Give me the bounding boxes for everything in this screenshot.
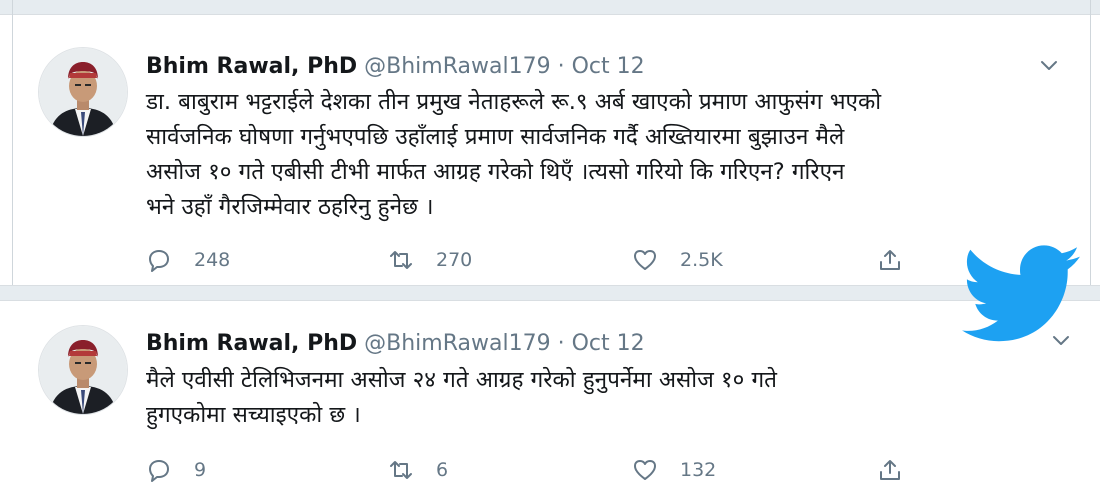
top-separator (0, 0, 1100, 15)
avatar[interactable] (38, 325, 128, 415)
tweet-text-line: मैले एवीसी टेलिभिजनमा असोज २४ गते आग्रह … (146, 367, 777, 393)
retweet-button[interactable]: 270 (388, 245, 472, 275)
tweet-text-line: सार्वजनिक घोषणा गर्नुभएपछि उहाँलाई प्रमा… (146, 124, 845, 150)
like-icon (634, 250, 656, 270)
tweet-separator (0, 285, 1100, 301)
tweet-text-line: डा. बाबुराम भट्टराईले देशका तीन प्रमुख न… (146, 89, 882, 115)
tweet-actions: 248 270 2.5K (146, 245, 946, 275)
tweet-header: Bhim Rawal, PhD @BhimRawal179 · Oct 12 (146, 53, 645, 81)
tweet[interactable]: Bhim Rawal, PhD @BhimRawal179 · Oct 12 म… (0, 300, 1100, 500)
twitter-bird-logo (962, 245, 1080, 342)
share-button[interactable] (877, 455, 925, 485)
author-handle[interactable]: @BhimRawal179 (364, 54, 550, 79)
avatar-image (39, 326, 127, 414)
retweet-count: 270 (436, 249, 473, 271)
avatar[interactable] (38, 47, 128, 137)
like-count: 132 (680, 459, 717, 481)
reply-count: 9 (194, 459, 207, 481)
tweet-text: डा. बाबुराम भट्टराईले देशका तीन प्रमुख न… (146, 85, 1056, 225)
author-name[interactable]: Bhim Rawal, PhD (146, 331, 357, 356)
like-button[interactable]: 2.5K (632, 245, 723, 275)
author-name[interactable]: Bhim Rawal, PhD (146, 54, 357, 79)
reply-icon (149, 250, 169, 272)
retweet-icon (390, 461, 412, 479)
reply-icon (149, 460, 169, 482)
tweet-date[interactable]: Oct 12 (572, 54, 645, 79)
like-button[interactable]: 132 (632, 455, 716, 485)
share-icon (880, 460, 900, 480)
tweet-text-line: हुगएकोमा सच्याइएको छ । (146, 402, 361, 428)
reply-count: 248 (194, 249, 231, 271)
retweet-button[interactable]: 6 (388, 455, 448, 485)
chevron-down-icon[interactable] (1036, 55, 1062, 75)
tweet-text: मैले एवीसी टेलिभिजनमा असोज २४ गते आग्रह … (146, 363, 1056, 433)
avatar-image (39, 48, 127, 136)
tweet-text-line: असोज १० गते एबीसी टीभी मार्फत आग्रह गरेक… (146, 159, 845, 185)
header-separator: · (557, 331, 565, 356)
like-icon (634, 460, 656, 480)
tweet[interactable]: Bhim Rawal, PhD @BhimRawal179 · Oct 12 ड… (0, 14, 1100, 284)
reply-button[interactable]: 248 (146, 245, 230, 275)
like-count: 2.5K (680, 249, 723, 271)
tweet-actions: 9 6 132 (146, 455, 946, 485)
share-button[interactable] (877, 245, 925, 275)
tweet-header: Bhim Rawal, PhD @BhimRawal179 · Oct 12 (146, 330, 645, 358)
share-icon (880, 250, 900, 270)
header-separator: · (557, 54, 565, 79)
retweet-count: 6 (436, 459, 449, 481)
retweet-icon (390, 251, 412, 269)
tweet-date[interactable]: Oct 12 (572, 331, 645, 356)
tweet-text-line: भने उहाँ गैरजिम्मेवार ठहरिनु हुनेछ । (146, 194, 434, 220)
author-handle[interactable]: @BhimRawal179 (364, 331, 550, 356)
reply-button[interactable]: 9 (146, 455, 206, 485)
